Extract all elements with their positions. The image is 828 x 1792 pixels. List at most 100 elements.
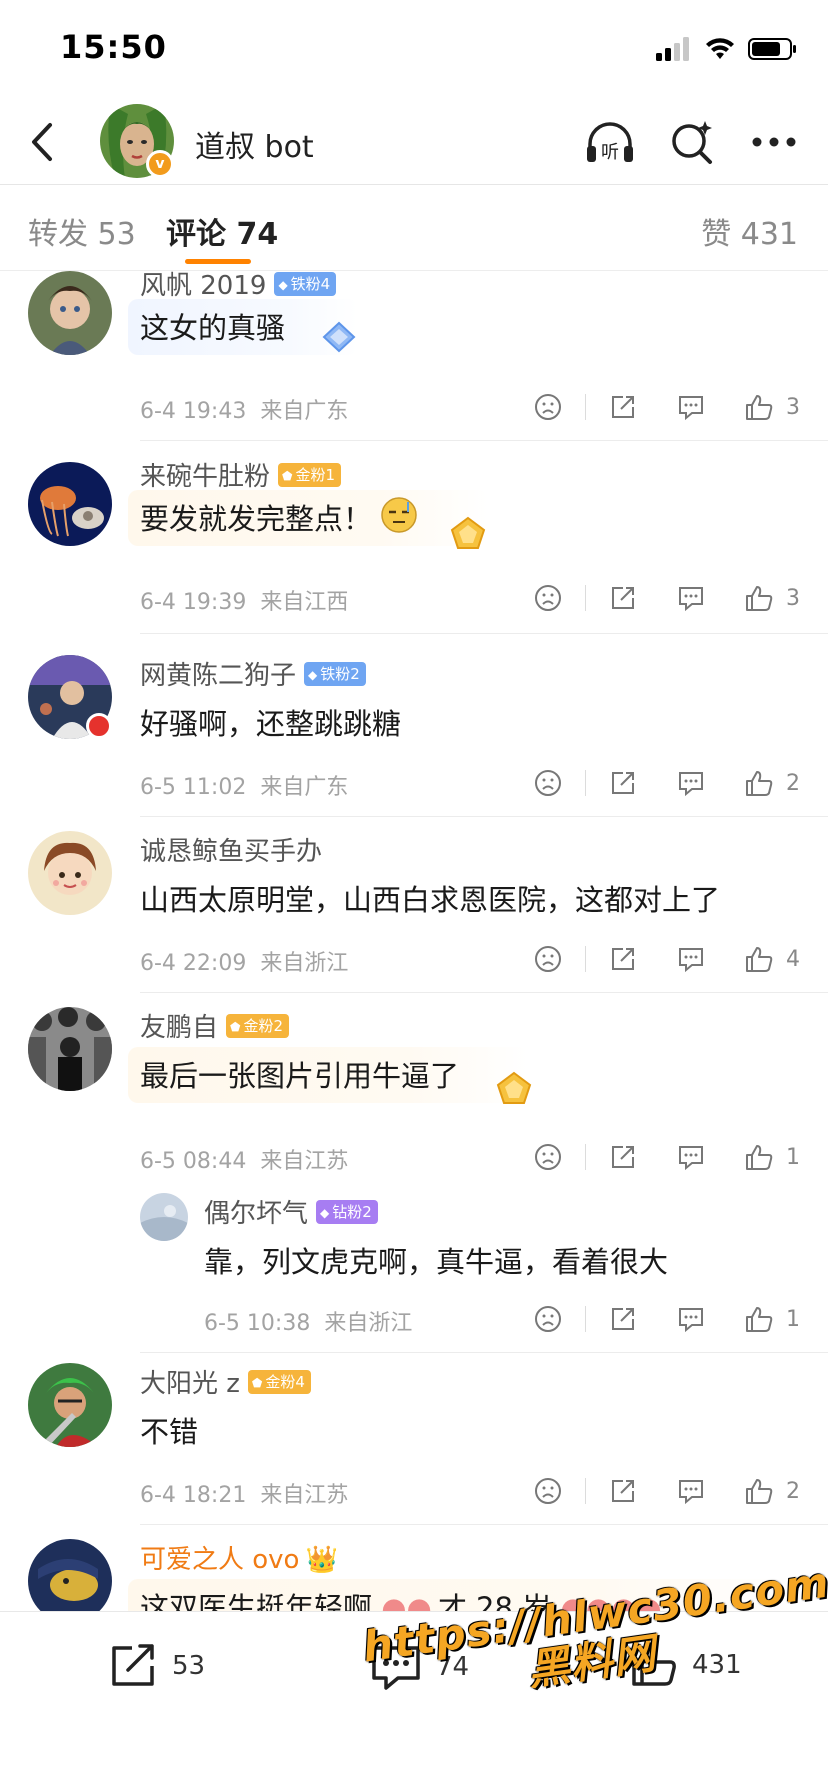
reply-button[interactable]	[674, 1140, 708, 1174]
search-button[interactable]	[666, 116, 718, 168]
reply-button[interactable]	[674, 766, 708, 800]
like-count: 3	[786, 585, 800, 611]
reply-username[interactable]: 偶尔坏气 ◆ 钻粉2	[204, 1193, 378, 1230]
thumbs-up-icon	[746, 1145, 773, 1170]
tab-reposts[interactable]: 转发 53	[28, 209, 136, 253]
avatar[interactable]	[28, 271, 112, 355]
thumbs-up-icon	[746, 1479, 773, 1504]
comment-text: 这女的真骚	[140, 311, 286, 345]
comment-actions: 2	[531, 763, 800, 803]
fan-badge: ⬟ 金粉2	[226, 1013, 289, 1038]
reply-meta: 6-5 10:38 来自浙江	[204, 1311, 413, 1336]
comment-meta: 6-5 11:02 来自广东	[140, 775, 349, 800]
share-icon	[612, 772, 634, 794]
avatar[interactable]	[28, 1363, 112, 1447]
comment-username[interactable]: 可爱之人 ovo 👑	[140, 1539, 338, 1576]
pentagon-icon: ⬟	[282, 468, 293, 483]
share-icon	[612, 396, 634, 418]
like-button[interactable]	[742, 1474, 776, 1508]
like-button[interactable]	[742, 390, 776, 424]
row-divider	[140, 992, 828, 993]
like-button[interactable]	[742, 766, 776, 800]
reply-button[interactable]	[674, 942, 708, 976]
comment-meta: 6-5 08:44 来自江苏	[140, 1149, 349, 1174]
avatar[interactable]	[28, 1539, 112, 1611]
comment-icon	[679, 1308, 703, 1333]
share-button[interactable]	[606, 390, 640, 424]
repost-button[interactable]: 53	[108, 1642, 205, 1690]
frown-icon	[535, 394, 561, 420]
share-button[interactable]	[606, 1140, 640, 1174]
status-icons	[656, 34, 798, 64]
status-time: 15:50	[60, 28, 167, 66]
reply-button[interactable]	[674, 1302, 708, 1336]
comment-text: 要发就发完整点！	[140, 502, 373, 536]
dislike-button[interactable]	[531, 390, 565, 424]
listen-button[interactable]: 听	[584, 116, 636, 168]
like-count: 1	[786, 1144, 800, 1170]
diamond-icon: ◆	[308, 667, 318, 682]
like-button[interactable]	[742, 581, 776, 615]
frown-icon	[535, 1144, 561, 1170]
comment-text: 好骚啊，还整跳跳糖	[140, 707, 402, 741]
like-button[interactable]	[742, 1302, 776, 1336]
fan-badge: ⬟ 金粉4	[247, 1369, 311, 1394]
action-separator	[585, 585, 586, 611]
reply-avatar[interactable]	[140, 1193, 188, 1241]
thumbs-up-icon	[746, 586, 773, 611]
action-separator	[585, 394, 586, 420]
comment-username[interactable]: 诚恳鲸鱼买手办	[140, 831, 322, 868]
frown-icon	[535, 770, 561, 796]
comment-meta: 6-4 19:39 来自江西	[140, 590, 349, 615]
dislike-button[interactable]	[531, 942, 565, 976]
reply-button[interactable]	[674, 1474, 708, 1508]
like-button[interactable]	[742, 942, 776, 976]
dislike-button[interactable]	[531, 1140, 565, 1174]
share-button[interactable]	[606, 1474, 640, 1508]
diamond-icon: ◆	[320, 1205, 330, 1220]
like-button[interactable]	[742, 1140, 776, 1174]
tab-comments[interactable]: 评论 74	[166, 209, 278, 253]
share-icon	[612, 587, 634, 609]
comment-icon	[679, 1146, 703, 1171]
like-count: 2	[786, 1478, 800, 1504]
reply-button[interactable]	[674, 390, 708, 424]
share-icon	[612, 1146, 634, 1168]
like-count: 3	[786, 394, 800, 420]
gold-fan-gem-icon	[446, 514, 490, 558]
comment-username[interactable]: 来碗牛肚粉 ⬟ 金粉1	[140, 456, 341, 493]
comment-meta: 6-4 19:43 来自广东	[140, 399, 349, 424]
dislike-button[interactable]	[531, 1474, 565, 1508]
comment-username[interactable]: 大阳光 z ⬟ 金粉4	[140, 1363, 311, 1400]
search-sparkle-icon	[672, 121, 712, 164]
avatar[interactable]	[28, 1007, 112, 1091]
share-button[interactable]	[606, 581, 640, 615]
comment-list: 风帆 2019 ◆ 铁粉4 这女的真骚 6-4 19:43 来自广东 3 来碗牛肚粉…	[0, 271, 828, 1611]
header-title[interactable]: 道叔 bot	[195, 122, 314, 166]
comment-icon	[679, 1480, 703, 1505]
dislike-button[interactable]	[531, 581, 565, 615]
dislike-button[interactable]	[531, 766, 565, 800]
comment-text: 山西太原明堂，山西白求恩医院，这都对上了	[140, 883, 721, 917]
thumbs-up-icon	[746, 1307, 773, 1332]
share-button[interactable]	[606, 766, 640, 800]
comment-username[interactable]: 网黄陈二狗子 ◆ 铁粉2	[140, 655, 366, 692]
avatar[interactable]	[28, 831, 112, 915]
back-button[interactable]	[18, 118, 66, 166]
comment-username[interactable]: 风帆 2019 ◆ 铁粉4	[140, 271, 337, 302]
comment-username[interactable]: 友鹏自 ⬟ 金粉2	[140, 1007, 289, 1044]
headphones-icon: 听	[587, 122, 633, 163]
avatar[interactable]	[28, 462, 112, 546]
tab-likes[interactable]: 赞 431	[701, 209, 798, 253]
share-button[interactable]	[606, 942, 640, 976]
share-icon	[612, 1480, 634, 1502]
comment-icon	[679, 396, 703, 421]
dislike-button[interactable]	[531, 1302, 565, 1336]
share-icon	[112, 1644, 154, 1686]
thumbs-up-icon	[746, 395, 773, 420]
comment-actions: 3	[531, 387, 800, 427]
reply-button[interactable]	[674, 581, 708, 615]
more-button[interactable]	[748, 116, 800, 168]
comment-actions: 3	[531, 578, 800, 618]
share-button[interactable]	[606, 1302, 640, 1336]
